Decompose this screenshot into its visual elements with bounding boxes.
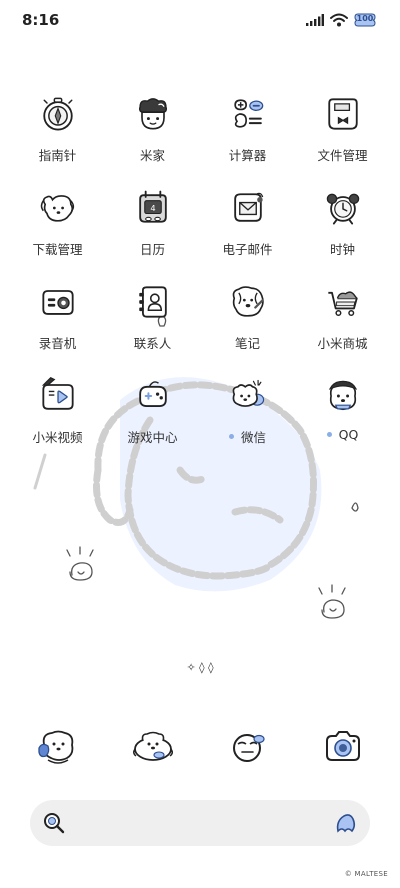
- calculator-icon: [226, 92, 270, 136]
- new-install-dot: [326, 432, 332, 437]
- app-label: 电子邮件: [222, 242, 273, 257]
- dock-messages[interactable]: [105, 722, 200, 770]
- app-calculator[interactable]: 计算器: [200, 92, 295, 186]
- app-calendar[interactable]: 4 日历: [105, 186, 200, 280]
- wifi-icon: [330, 13, 348, 27]
- phone-icon: [34, 722, 82, 770]
- app-label: 计算器: [228, 148, 267, 163]
- mi-store-icon: [321, 280, 365, 324]
- app-label: 下载管理: [32, 242, 83, 257]
- watermark: © MALTESE: [344, 870, 388, 878]
- compass-icon: [36, 92, 80, 136]
- email-icon: [226, 186, 270, 230]
- dock-camera[interactable]: [295, 722, 390, 770]
- app-label: 小米视频: [32, 430, 83, 445]
- app-label: 小米商城: [317, 336, 368, 351]
- calendar-day: 4: [150, 203, 155, 213]
- app-label: 笔记: [234, 336, 260, 351]
- app-mijia[interactable]: 米家: [105, 92, 200, 186]
- search-icon[interactable]: [42, 811, 66, 835]
- search-bar[interactable]: [30, 800, 370, 846]
- app-wechat[interactable]: 微信: [200, 374, 295, 468]
- recorder-icon: [36, 280, 80, 324]
- clock-icon: [321, 186, 365, 230]
- app-label: 联系人: [133, 336, 172, 351]
- messages-icon: [129, 722, 177, 770]
- battery-icon: 100: [354, 12, 376, 28]
- page-indicator[interactable]: ✧ ◊ ◊: [0, 661, 400, 674]
- battery-level: 100: [356, 14, 374, 23]
- app-label: 时钟: [329, 242, 355, 257]
- app-label: QQ: [326, 427, 359, 442]
- app-compass[interactable]: 指南针: [10, 92, 105, 186]
- app-label: 日历: [139, 242, 165, 257]
- download-icon: [36, 186, 80, 230]
- contacts-icon: [131, 280, 175, 324]
- app-grid: 指南针 米家 计算器 文件管理 下载管理 4 日历 电子邮件 时钟 录音机 联系…: [10, 92, 390, 468]
- dock-browser[interactable]: [200, 722, 295, 770]
- signal-icon: [306, 14, 324, 26]
- app-game-center[interactable]: 游戏中心: [105, 374, 200, 468]
- new-install-dot: [228, 434, 234, 439]
- app-email[interactable]: 电子邮件: [200, 186, 295, 280]
- qq-icon: [321, 374, 365, 418]
- status-bar: 8:16 100: [0, 0, 400, 40]
- app-clock[interactable]: 时钟: [295, 186, 390, 280]
- notes-icon: [226, 280, 270, 324]
- assistant-icon[interactable]: [334, 811, 358, 835]
- app-label-text: QQ: [338, 427, 359, 442]
- app-label: 文件管理: [317, 148, 368, 163]
- app-file-manager[interactable]: 文件管理: [295, 92, 390, 186]
- app-label: 指南针: [38, 148, 77, 163]
- app-mi-store[interactable]: 小米商城: [295, 280, 390, 374]
- calendar-icon: 4: [131, 186, 175, 230]
- dock: [10, 722, 390, 770]
- app-qq[interactable]: QQ: [295, 374, 390, 468]
- app-label-text: 微信: [240, 430, 266, 445]
- mijia-icon: [131, 92, 175, 136]
- app-label: 微信: [228, 427, 266, 446]
- app-mi-video[interactable]: 小米视频: [10, 374, 105, 468]
- app-notes[interactable]: 笔记: [200, 280, 295, 374]
- app-download-manager[interactable]: 下载管理: [10, 186, 105, 280]
- app-label: 录音机: [38, 336, 77, 351]
- status-time: 8:16: [22, 11, 60, 29]
- browser-icon: [224, 722, 272, 770]
- camera-icon: [319, 722, 367, 770]
- dock-phone[interactable]: [10, 722, 105, 770]
- wechat-icon: [226, 374, 270, 418]
- file-manager-icon: [321, 92, 365, 136]
- app-label: 游戏中心: [127, 430, 178, 445]
- app-label: 米家: [139, 148, 165, 163]
- app-contacts[interactable]: 联系人: [105, 280, 200, 374]
- game-center-icon: [131, 374, 175, 418]
- mi-video-icon: [36, 374, 80, 418]
- app-recorder[interactable]: 录音机: [10, 280, 105, 374]
